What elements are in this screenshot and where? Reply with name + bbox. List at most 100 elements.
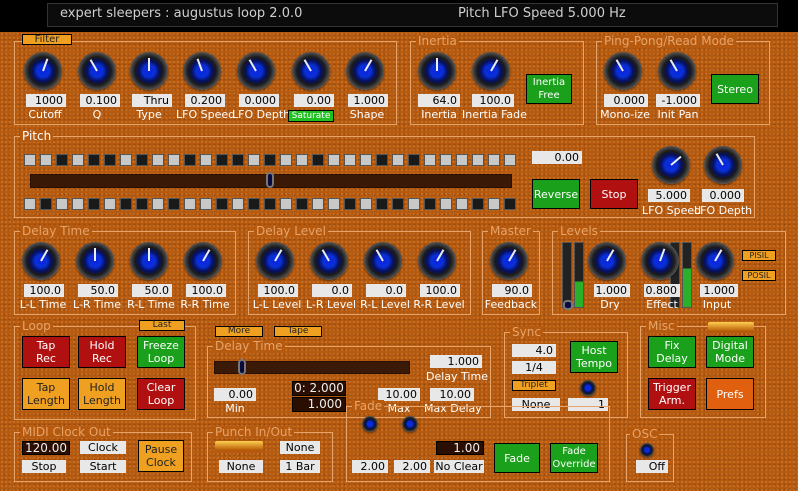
pitch-step-4[interactable] xyxy=(72,154,84,166)
pitch-step-12[interactable] xyxy=(200,198,212,210)
pitch-step-18[interactable] xyxy=(296,198,308,210)
pitch-step-26[interactable] xyxy=(424,198,436,210)
feedback-knob[interactable] xyxy=(490,242,528,280)
delay-time-value[interactable]: 1.000 xyxy=(430,355,482,368)
prefs-button[interactable]: Prefs xyxy=(706,378,754,410)
lr-level-value[interactable]: 0.0 xyxy=(312,284,352,297)
osc-value[interactable]: Off xyxy=(636,460,668,473)
pitch-step-23[interactable] xyxy=(376,154,388,166)
q-value[interactable]: 0.100 xyxy=(80,94,120,107)
input-knob[interactable] xyxy=(696,242,734,280)
input-value[interactable]: 1.000 xyxy=(700,284,738,297)
rr-time-value[interactable]: 100.0 xyxy=(186,284,226,297)
pitch-step-17[interactable] xyxy=(280,198,292,210)
sync-small-knob[interactable] xyxy=(580,380,596,396)
pitch-step-3[interactable] xyxy=(56,198,68,210)
mono-ize-knob[interactable] xyxy=(604,52,642,90)
fade-out-knob[interactable] xyxy=(402,416,418,432)
pitch-step-22[interactable] xyxy=(360,154,372,166)
init-pan-value[interactable]: -1.000 xyxy=(656,94,700,107)
filter-lfo-speed-value[interactable]: 0.200 xyxy=(185,94,225,107)
pitch-lfo-speed-value[interactable]: 5.000 xyxy=(648,189,690,202)
pitch-step-13[interactable] xyxy=(216,154,228,166)
filter-button[interactable]: Filter xyxy=(22,34,72,45)
osc-knob[interactable] xyxy=(640,443,654,457)
pitch-lfo-speed-knob[interactable] xyxy=(652,146,690,184)
ll-time-knob[interactable] xyxy=(22,242,60,280)
pitch-step-7[interactable] xyxy=(120,154,132,166)
fade-level-value[interactable]: 1.00 xyxy=(436,441,484,455)
pitch-step-5[interactable] xyxy=(88,154,100,166)
pitch-step-19[interactable] xyxy=(312,154,324,166)
inertia-fade-value[interactable]: 100.0 xyxy=(472,94,514,107)
punch-in-value[interactable]: None xyxy=(219,460,263,473)
ll-level-value[interactable]: 100.0 xyxy=(258,284,298,297)
pitch-step-7[interactable] xyxy=(120,198,132,210)
effect-value[interactable]: 0.800 xyxy=(644,284,680,297)
stereo-button[interactable]: Stereo xyxy=(711,74,759,104)
inertia-free-button[interactable]: Inertia Free xyxy=(526,74,572,104)
triplet-button[interactable]: Triplet xyxy=(512,380,556,391)
pitch-step-11[interactable] xyxy=(184,154,196,166)
shape-knob[interactable] xyxy=(346,52,384,90)
pitch-step-27[interactable] xyxy=(440,198,452,210)
midi-clock-value[interactable]: Clock xyxy=(80,441,126,454)
pitch-step-9[interactable] xyxy=(152,154,164,166)
pitch-step-20[interactable] xyxy=(328,198,340,210)
freeze-loop-button[interactable]: Freeze Loop xyxy=(137,336,185,368)
pitch-step-1[interactable] xyxy=(24,198,36,210)
fade-out-value[interactable]: 2.00 xyxy=(394,460,430,473)
lr-time-knob[interactable] xyxy=(76,242,114,280)
pitch-step-6[interactable] xyxy=(104,154,116,166)
cutoff-value[interactable]: 1000 xyxy=(26,94,66,107)
min-value[interactable]: 0.00 xyxy=(214,388,256,401)
reverse-button[interactable]: Reverse xyxy=(532,179,580,209)
pitch-step-28[interactable] xyxy=(456,154,468,166)
fade-in-value[interactable]: 2.00 xyxy=(352,460,388,473)
pitch-step-25[interactable] xyxy=(408,198,420,210)
max-delay-value[interactable]: 10.00 xyxy=(430,388,474,401)
last-button[interactable]: Last xyxy=(139,320,185,331)
rr-level-knob[interactable] xyxy=(418,242,456,280)
stop-button[interactable]: Stop xyxy=(590,179,638,209)
pitch-step-10[interactable] xyxy=(168,154,180,166)
posil-button[interactable]: POSIL xyxy=(742,270,776,281)
effect-knob[interactable] xyxy=(641,242,679,280)
init-pan-knob[interactable] xyxy=(658,52,696,90)
filter-lfo-depth-value[interactable]: 0.000 xyxy=(239,94,279,107)
digital-mode-button[interactable]: Digital Mode xyxy=(706,336,754,368)
saturate-knob[interactable] xyxy=(292,52,330,90)
lr-time-value[interactable]: 50.0 xyxy=(78,284,118,297)
host-tempo-button[interactable]: Host Tempo xyxy=(570,341,618,373)
pitch-step-15[interactable] xyxy=(248,154,260,166)
pitch-step-31[interactable] xyxy=(504,154,516,166)
pitch-step-17[interactable] xyxy=(280,154,292,166)
hold-rec-button[interactable]: Hold Rec xyxy=(78,336,126,368)
pisil-button[interactable]: PISIL xyxy=(742,250,776,261)
pitch-step-3[interactable] xyxy=(56,154,68,166)
dry-value[interactable]: 1.000 xyxy=(594,284,630,297)
pitch-step-31[interactable] xyxy=(504,198,516,210)
clear-loop-button[interactable]: Clear Loop xyxy=(137,378,185,410)
pitch-step-30[interactable] xyxy=(488,198,500,210)
pitch-step-10[interactable] xyxy=(168,198,180,210)
saturate-button[interactable]: Saturate xyxy=(288,110,334,122)
input-fader-thumb[interactable] xyxy=(563,300,573,310)
pitch-step-20[interactable] xyxy=(328,154,340,166)
pitch-step-16[interactable] xyxy=(264,154,276,166)
fade-clear-value[interactable]: No Clear xyxy=(434,460,484,473)
rr-time-knob[interactable] xyxy=(184,242,222,280)
pitch-step-8[interactable] xyxy=(136,198,148,210)
ll-time-value[interactable]: 100.0 xyxy=(24,284,64,297)
more-button[interactable]: More xyxy=(215,326,263,337)
shape-value[interactable]: 1.000 xyxy=(348,94,388,107)
fade-button[interactable]: Fade xyxy=(494,443,540,473)
fix-delay-button[interactable]: Fix Delay xyxy=(648,336,696,368)
pitch-step-15[interactable] xyxy=(248,198,260,210)
pitch-slider-thumb[interactable] xyxy=(266,172,274,188)
type-knob[interactable] xyxy=(130,52,168,90)
pitch-step-19[interactable] xyxy=(312,198,324,210)
pitch-step-14[interactable] xyxy=(232,154,244,166)
feedback-value[interactable]: 90.0 xyxy=(492,284,532,297)
type-value[interactable]: Thru xyxy=(132,94,172,107)
